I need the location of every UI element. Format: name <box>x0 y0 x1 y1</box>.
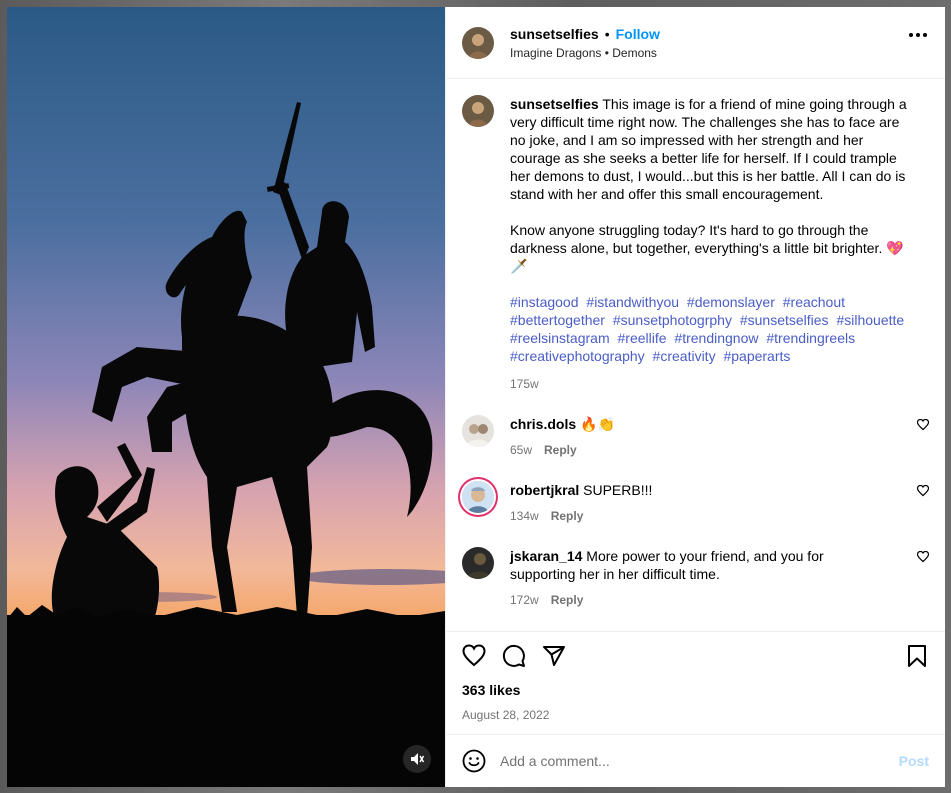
comment-item: robertjkral SUPERB!!! 134w Reply <box>462 481 929 525</box>
comment-input[interactable]: Add a comment... <box>500 753 899 769</box>
hashtag-link[interactable]: #paperarts <box>723 348 790 364</box>
post-actions: 363 likes August 28, 2022 <box>446 632 945 722</box>
post-modal: sunsetselfies • Follow Imagine Dragons •… <box>7 7 945 787</box>
more-options-icon[interactable] <box>909 33 927 37</box>
post-caption: sunsetselfies This image is for a friend… <box>462 95 929 393</box>
commenter-avatar[interactable] <box>462 547 494 579</box>
caption-text-2: Know anyone struggling today? It's hard … <box>510 222 904 274</box>
bookmark-icon[interactable] <box>905 644 929 668</box>
comment-like-icon[interactable] <box>917 551 929 563</box>
caption-timestamp[interactable]: 175w <box>510 375 910 393</box>
comment-username[interactable]: jskaran_14 <box>510 548 582 564</box>
hashtag-list: #instagood #istandwithyou #demonslayer #… <box>510 293 910 365</box>
hashtag-link[interactable]: #creativity <box>653 348 716 364</box>
hashtag-link[interactable]: #sunsetselfies <box>740 312 829 328</box>
comment-icon[interactable] <box>502 644 526 668</box>
comments-section[interactable]: sunsetselfies This image is for a friend… <box>446 79 945 632</box>
follow-button[interactable]: Follow <box>616 26 660 42</box>
comment-username[interactable]: chris.dols <box>510 416 576 432</box>
commenter-avatar[interactable] <box>462 415 494 447</box>
hashtag-link[interactable]: #instagood <box>510 294 579 310</box>
hashtag-link[interactable]: #trendingreels <box>766 330 855 346</box>
emoji-icon[interactable] <box>462 749 486 773</box>
author-avatar[interactable] <box>462 26 494 59</box>
hashtag-link[interactable]: #reellife <box>618 330 667 346</box>
post-image <box>7 7 445 787</box>
hashtag-link[interactable]: #istandwithyou <box>586 294 679 310</box>
comment-text: 🔥👏 <box>580 416 615 432</box>
caption-avatar[interactable] <box>462 95 494 127</box>
commenter-avatar[interactable] <box>462 481 494 513</box>
hashtag-link[interactable]: #silhouette <box>836 312 904 328</box>
likes-count[interactable]: 363 likes <box>462 682 929 698</box>
reply-button[interactable]: Reply <box>551 591 584 609</box>
comment-timestamp[interactable]: 134w <box>510 507 539 525</box>
hashtag-link[interactable]: #bettertogether <box>510 312 605 328</box>
hashtag-link[interactable]: #reelsinstagram <box>510 330 610 346</box>
separator-dot: • <box>604 25 610 42</box>
caption-username[interactable]: sunsetselfies <box>510 96 599 112</box>
reply-button[interactable]: Reply <box>551 507 584 525</box>
heart-icon[interactable] <box>462 644 486 668</box>
author-username[interactable]: sunsetselfies <box>510 26 599 42</box>
comment-timestamp[interactable]: 65w <box>510 441 532 459</box>
post-date: August 28, 2022 <box>462 708 550 722</box>
mute-button[interactable] <box>403 745 431 773</box>
post-media[interactable] <box>7 7 445 787</box>
hashtag-link[interactable]: #creativephotography <box>510 348 645 364</box>
audio-track-link[interactable]: Imagine Dragons • Demons <box>510 46 660 60</box>
comment-item: jskaran_14 More power to your friend, an… <box>462 547 929 609</box>
hashtag-link[interactable]: #demonslayer <box>687 294 775 310</box>
hashtag-link[interactable]: #sunsetphotogrphy <box>613 312 732 328</box>
comment-like-icon[interactable] <box>917 419 929 431</box>
post-header: sunsetselfies • Follow Imagine Dragons •… <box>446 7 945 79</box>
comment-item: chris.dols 🔥👏 65w Reply <box>462 415 929 459</box>
hashtag-link[interactable]: #trendingnow <box>674 330 758 346</box>
comment-text: SUPERB!!! <box>583 482 653 498</box>
add-comment-bar: Add a comment... Post <box>446 734 945 787</box>
hashtag-link[interactable]: #reachout <box>783 294 845 310</box>
comment-username[interactable]: robertjkral <box>510 482 579 498</box>
comment-like-icon[interactable] <box>917 485 929 497</box>
post-side-panel: sunsetselfies • Follow Imagine Dragons •… <box>445 7 945 787</box>
comment-timestamp[interactable]: 172w <box>510 591 539 609</box>
volume-muted-icon <box>411 753 424 765</box>
reply-button[interactable]: Reply <box>544 441 577 459</box>
post-comment-button[interactable]: Post <box>899 753 929 769</box>
share-icon[interactable] <box>542 644 566 668</box>
